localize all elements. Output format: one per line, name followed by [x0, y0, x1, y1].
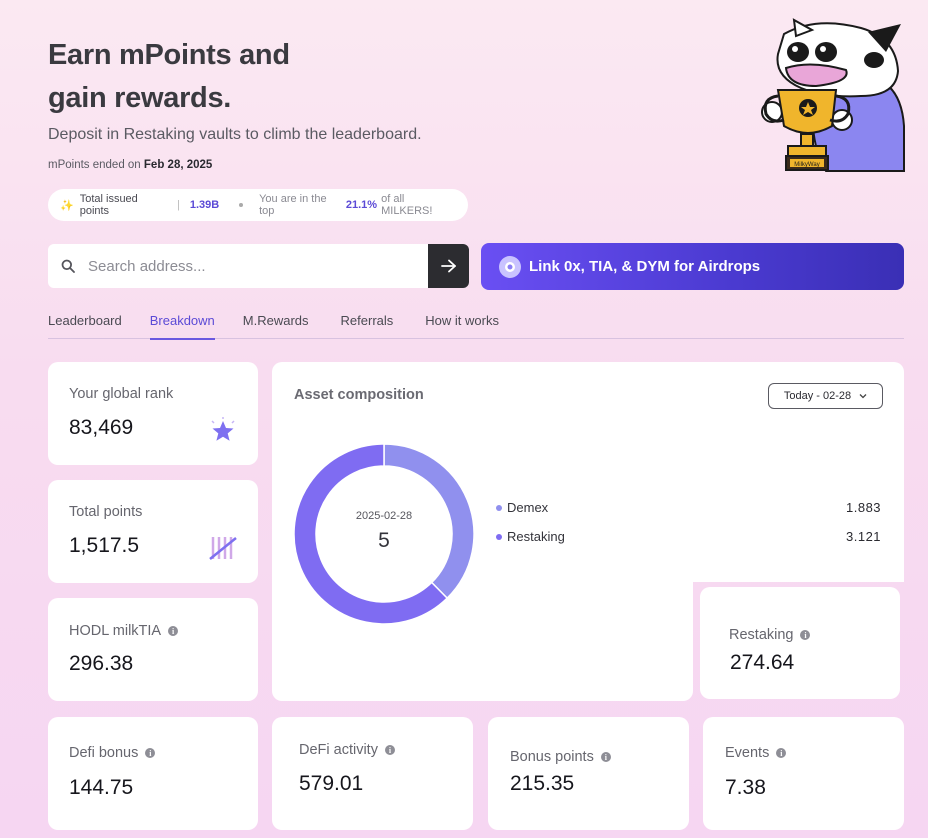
info-icon[interactable]: i: [776, 748, 787, 758]
page-title: Earn mPoints and gain rewards.: [48, 34, 290, 120]
link-airdrops-label: Link 0x, TIA, & DYM for Airdrops: [529, 258, 761, 275]
rank-percent: 21.1%: [345, 199, 378, 211]
hodl-card: HODL milkTIA i 296.38: [48, 598, 258, 701]
rank-prefix: You are in the top: [259, 193, 327, 217]
defi-bonus-label: Defi bonus i: [69, 745, 156, 761]
legend-value-demex: 1.883: [846, 500, 882, 515]
hodl-value: 296.38: [69, 652, 134, 675]
date-range-select[interactable]: Today - 02-28: [768, 383, 883, 409]
events-label: Events i: [725, 745, 787, 761]
legend-label-demex: Demex: [507, 500, 549, 515]
star-icon: [211, 417, 235, 441]
global-rank-card: Your global rank 83,469: [48, 362, 258, 465]
stats-pill: ✨ Total issued points | 1.39B You are in…: [48, 189, 468, 221]
global-rank-label: Your global rank: [69, 386, 174, 402]
issued-points-label: Total issued points: [79, 193, 138, 217]
tab-referrals[interactable]: Referrals: [341, 310, 394, 339]
ended-note: mPoints ended on Feb 28, 2025: [48, 159, 212, 171]
donut-center-date: 2025-02-28: [355, 510, 413, 522]
mascot-badge-text: MilkyWay: [794, 162, 819, 168]
ended-date: Feb 28, 2025: [143, 159, 213, 171]
chevron-down-icon: [859, 394, 867, 399]
search-submit-button[interactable]: [428, 244, 469, 288]
legend-label-restaking: Restaking: [507, 529, 565, 544]
pill-dot: [239, 203, 244, 207]
total-points-label: Total points: [69, 504, 143, 520]
legend-dot-demex: [496, 504, 502, 511]
asset-composition-title: Asset composition: [294, 387, 424, 403]
restaking-card: Restaking i 274.64: [700, 587, 900, 699]
defi-activity-value: 579.01: [299, 772, 364, 795]
defi-activity-card: DeFi activity i 579.01: [272, 717, 473, 830]
bonus-points-label: Bonus points i: [510, 749, 611, 765]
defi-activity-label-text: DeFi activity: [299, 742, 378, 758]
info-icon[interactable]: i: [384, 745, 395, 755]
page-title-line-1: Earn mPoints and: [48, 39, 290, 71]
events-label-text: Events: [725, 745, 770, 761]
restaking-label: Restaking i: [729, 627, 811, 643]
defi-bonus-value: 144.75: [69, 776, 134, 799]
mascot-trophy-illustration: MilkyWay: [761, 18, 905, 172]
info-icon[interactable]: i: [800, 630, 811, 640]
bonus-points-card: Bonus points i 215.35: [488, 717, 689, 830]
breakdown-tabs: Leaderboard Breakdown M.Rewards Referral…: [48, 310, 904, 340]
issued-points-value: 1.39B: [189, 199, 220, 211]
hodl-label: HODL milkTIA i: [69, 623, 179, 639]
info-icon[interactable]: i: [600, 752, 611, 762]
info-icon[interactable]: i: [145, 748, 156, 758]
link-wallet-icon: [499, 255, 521, 278]
total-points-card: Total points 1,517.5: [48, 480, 258, 583]
legend-item-demex: Demex: [496, 500, 548, 515]
events-value: 7.38: [725, 776, 766, 799]
sparkle-icon: ✨: [60, 199, 74, 212]
pill-divider: |: [177, 199, 180, 211]
defi-activity-label: DeFi activity i: [299, 742, 395, 758]
tab-how-it-works[interactable]: How it works: [425, 310, 499, 339]
page-subtitle: Deposit in Restaking vaults to climb the…: [48, 126, 422, 143]
page-title-line-2: gain rewards.: [48, 82, 232, 114]
donut-center-value: 5: [378, 529, 390, 552]
ended-prefix: mPoints ended on: [48, 159, 141, 171]
tally-icon: [209, 537, 237, 560]
arrow-right-icon: [440, 259, 456, 273]
restaking-value: 274.64: [730, 651, 795, 674]
search-icon: [48, 259, 88, 273]
info-icon[interactable]: i: [168, 626, 179, 636]
legend-value-restaking: 3.121: [846, 529, 882, 544]
defi-bonus-card: Defi bonus i 144.75: [48, 717, 258, 830]
search-bar: [48, 244, 469, 288]
bonus-points-label-text: Bonus points: [510, 749, 594, 765]
tab-m-rewards[interactable]: M.Rewards: [243, 310, 309, 339]
global-rank-value: 83,469: [69, 416, 134, 439]
events-card: Events i 7.38: [703, 717, 904, 830]
search-input[interactable]: [88, 244, 428, 288]
restaking-label-text: Restaking: [729, 627, 794, 643]
tab-leaderboard[interactable]: Leaderboard: [48, 310, 122, 339]
bonus-points-value: 215.35: [510, 772, 575, 795]
tab-breakdown[interactable]: Breakdown: [149, 310, 215, 340]
defi-bonus-label-text: Defi bonus: [69, 745, 139, 761]
legend-item-restaking: Restaking: [496, 529, 565, 544]
legend-dot-restaking: [496, 533, 502, 540]
rank-suffix: of all MILKERS!: [381, 193, 433, 217]
hodl-label-text: HODL milkTIA: [69, 623, 162, 639]
total-points-value: 1,517.5: [69, 534, 140, 557]
link-airdrops-button[interactable]: Link 0x, TIA, & DYM for Airdrops: [481, 243, 904, 290]
date-range-label: Today - 02-28: [783, 390, 852, 402]
